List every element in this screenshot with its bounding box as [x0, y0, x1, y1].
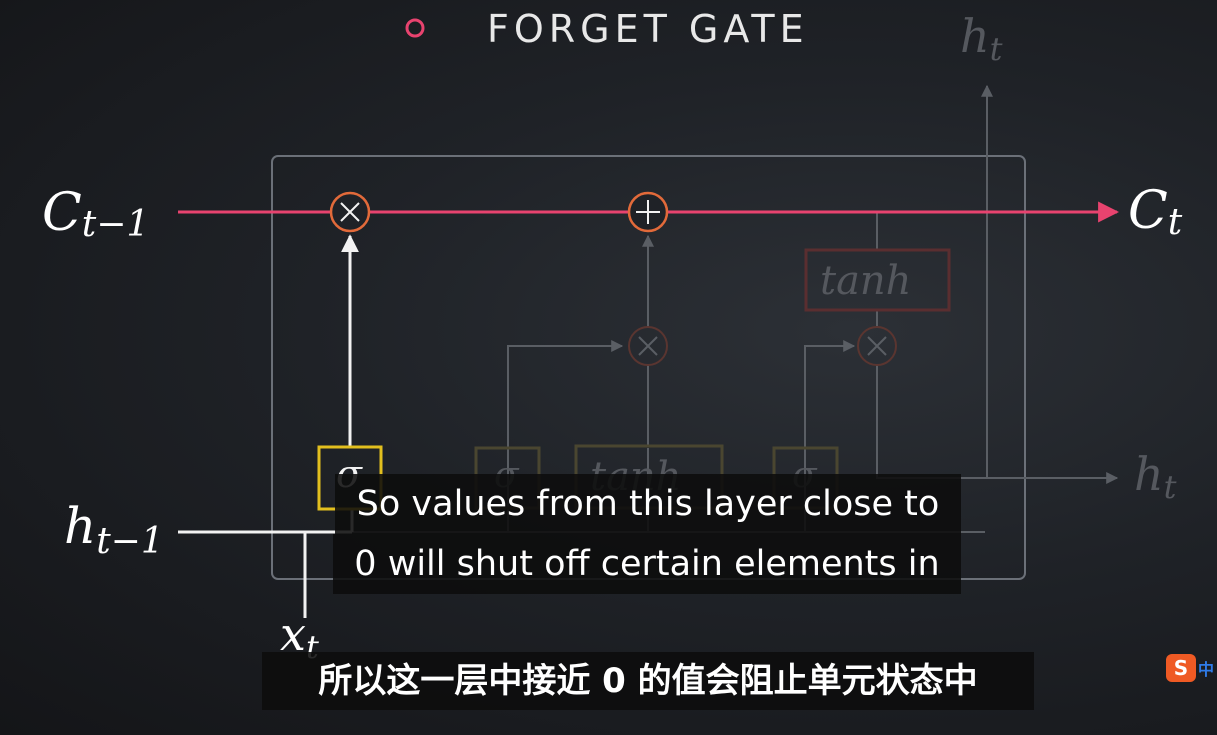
page-title: FORGET GATE: [487, 7, 809, 51]
subtitle-zh-line: 所以这一层中接近 0 的值会阻止单元状态中: [262, 652, 1034, 710]
ime-logo-icon[interactable]: S: [1166, 654, 1196, 682]
input-multiply-icon: [628, 326, 668, 366]
hidden-prev-label: ht−1: [64, 497, 164, 562]
cell-tanh-label: tanh: [820, 258, 911, 304]
subtitle-en-line-2: 0 will shut off certain elements in: [333, 534, 961, 594]
cell-prev-label: Ct−1: [42, 183, 149, 245]
cell-next-label: Ct: [1128, 181, 1183, 243]
title-bullet-icon: [405, 18, 425, 38]
subtitle-en-line-1: So values from this layer close to: [335, 474, 961, 534]
dim-paths: [352, 84, 1119, 533]
cell-add-icon: [627, 191, 669, 233]
output-multiply-icon: [857, 326, 897, 366]
hidden-top-label: ht: [960, 9, 1003, 68]
hidden-out-label: ht: [1134, 447, 1177, 506]
lstm-diagram: FORGET GATE σ tanh σ tanh: [42, 7, 1183, 666]
ime-language-toggle[interactable]: 中: [1198, 656, 1214, 680]
forget-multiply-icon: [329, 191, 371, 233]
forget-gate-path: [178, 234, 359, 618]
